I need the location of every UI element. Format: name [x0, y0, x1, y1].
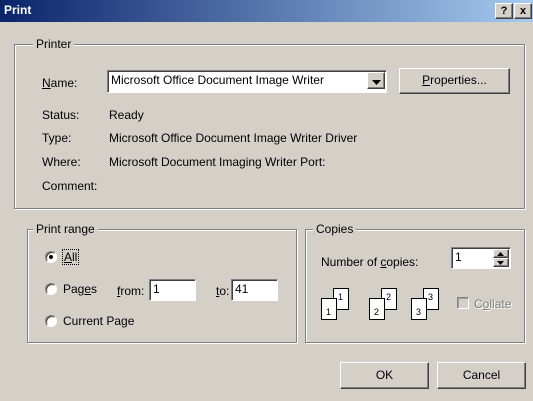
ok-button[interactable]: OK	[340, 362, 429, 389]
to-label: to:	[216, 284, 230, 298]
copies-value: 1	[455, 250, 462, 264]
arrow-up-icon	[497, 252, 504, 256]
name-label: Name:	[42, 76, 78, 90]
properties-button[interactable]: Properties...	[399, 68, 510, 94]
radio-pages[interactable]	[45, 283, 57, 295]
close-button[interactable]: x	[514, 3, 532, 19]
where-label: Where:	[42, 155, 81, 169]
page-icon-front: 3	[411, 298, 427, 320]
radio-current-page[interactable]	[45, 315, 57, 327]
status-value: Ready	[109, 108, 144, 122]
radio-all[interactable]	[45, 251, 57, 263]
title-bar[interactable]: Print ? x	[0, 0, 533, 22]
radio-selected-dot	[49, 255, 53, 259]
arrow-down-icon	[497, 261, 504, 265]
status-label: Status:	[42, 108, 80, 122]
page-icon-front: 1	[321, 298, 337, 320]
from-input[interactable]: 1	[149, 279, 196, 301]
radio-current-page-label[interactable]: Current Page	[63, 314, 134, 328]
help-button[interactable]: ?	[495, 3, 513, 19]
radio-all-label[interactable]: All	[61, 249, 80, 265]
spinner-up-button[interactable]	[493, 249, 509, 258]
spinner-down-button[interactable]	[493, 258, 509, 267]
window-title: Print	[4, 3, 32, 17]
radio-pages-label[interactable]: Pages	[63, 282, 97, 296]
collate-label[interactable]: Collate	[474, 297, 511, 311]
to-input[interactable]: 41	[231, 279, 278, 301]
page-icon-front: 2	[369, 298, 385, 320]
printer-name-select[interactable]: Microsoft Office Document Image Writer	[107, 70, 387, 93]
chevron-down-icon	[371, 80, 381, 85]
type-value: Microsoft Office Document Image Writer D…	[109, 131, 358, 145]
type-label: Type:	[42, 131, 72, 145]
from-label: from:	[117, 284, 145, 298]
printer-dropdown-button[interactable]	[367, 72, 385, 89]
copies-spinner[interactable]: 1	[451, 247, 511, 269]
cancel-button[interactable]: Cancel	[437, 362, 526, 389]
print-range-label: Print range	[33, 222, 98, 236]
collate-checkbox[interactable]	[457, 297, 469, 309]
number-of-copies-label: Number of copies:	[321, 255, 419, 269]
comment-label: Comment:	[42, 179, 98, 193]
copies-label: Copies	[313, 222, 357, 236]
where-value: Microsoft Document Imaging Writer Port:	[109, 155, 326, 169]
printer-name-value: Microsoft Office Document Image Writer	[111, 73, 324, 87]
printer-group-label: Printer	[33, 37, 75, 51]
